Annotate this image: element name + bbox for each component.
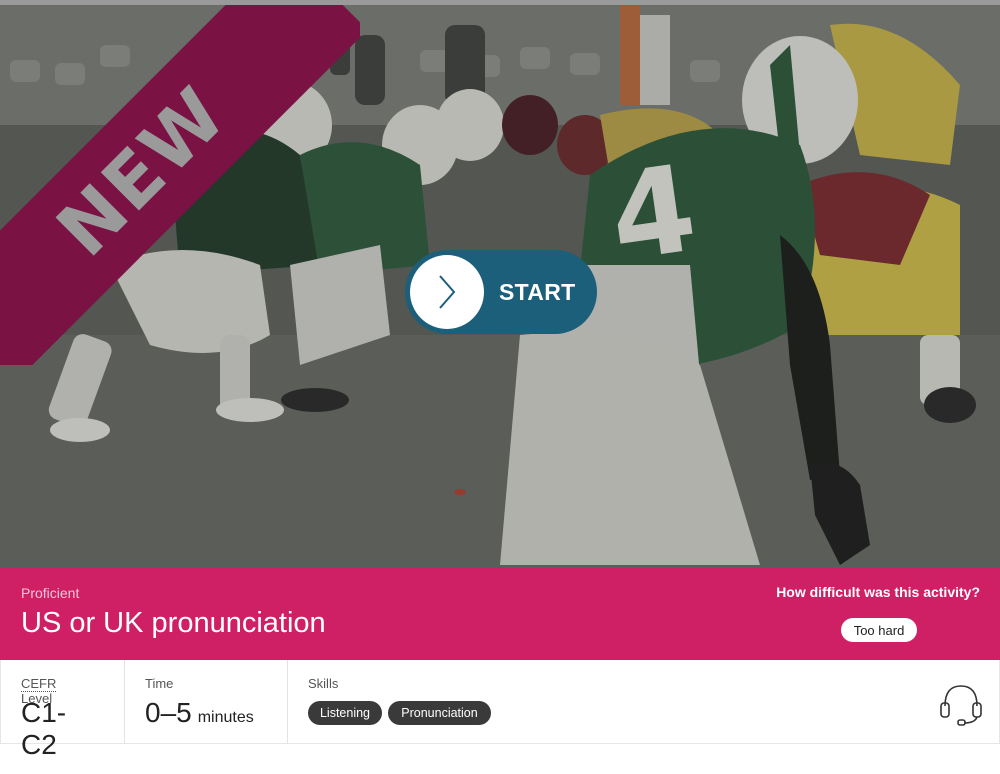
hero-image: 4 NEW START bbox=[0, 5, 1000, 567]
skills-label: Skills bbox=[308, 676, 339, 691]
divider bbox=[287, 660, 288, 744]
activity-info-row: CEFR Level C1-C2 Time 0–5 minutes Skills … bbox=[0, 660, 1000, 760]
divider bbox=[124, 660, 125, 744]
activity-header-band: Proficient US or UK pronunciation How di… bbox=[0, 567, 1000, 660]
headset-icon bbox=[938, 680, 984, 731]
start-button[interactable]: START bbox=[405, 250, 597, 334]
activity-title: US or UK pronunciation bbox=[21, 607, 326, 639]
time-value: 0–5 bbox=[145, 697, 192, 728]
time-value-wrap: 0–5 minutes bbox=[145, 697, 254, 729]
cefr-value: C1-C2 bbox=[21, 697, 67, 760]
too-hard-button[interactable]: Too hard bbox=[841, 618, 917, 642]
start-button-label: START bbox=[499, 278, 576, 305]
new-ribbon: NEW bbox=[0, 5, 360, 365]
time-unit: minutes bbox=[197, 709, 254, 726]
skill-chip-listening: Listening bbox=[308, 701, 382, 725]
level-name: Proficient bbox=[21, 585, 80, 601]
cefr-abbr: CEFR bbox=[21, 676, 57, 692]
time-label: Time bbox=[145, 676, 174, 691]
skill-chip-pronunciation: Pronunciation bbox=[388, 701, 491, 725]
difficulty-question: How difficult was this activity? bbox=[776, 584, 980, 600]
chevron-right-icon bbox=[410, 255, 484, 329]
new-badge-label: NEW bbox=[40, 70, 244, 274]
activity-page: 4 NEW START Proficient US or UK pronunci… bbox=[0, 0, 1000, 774]
